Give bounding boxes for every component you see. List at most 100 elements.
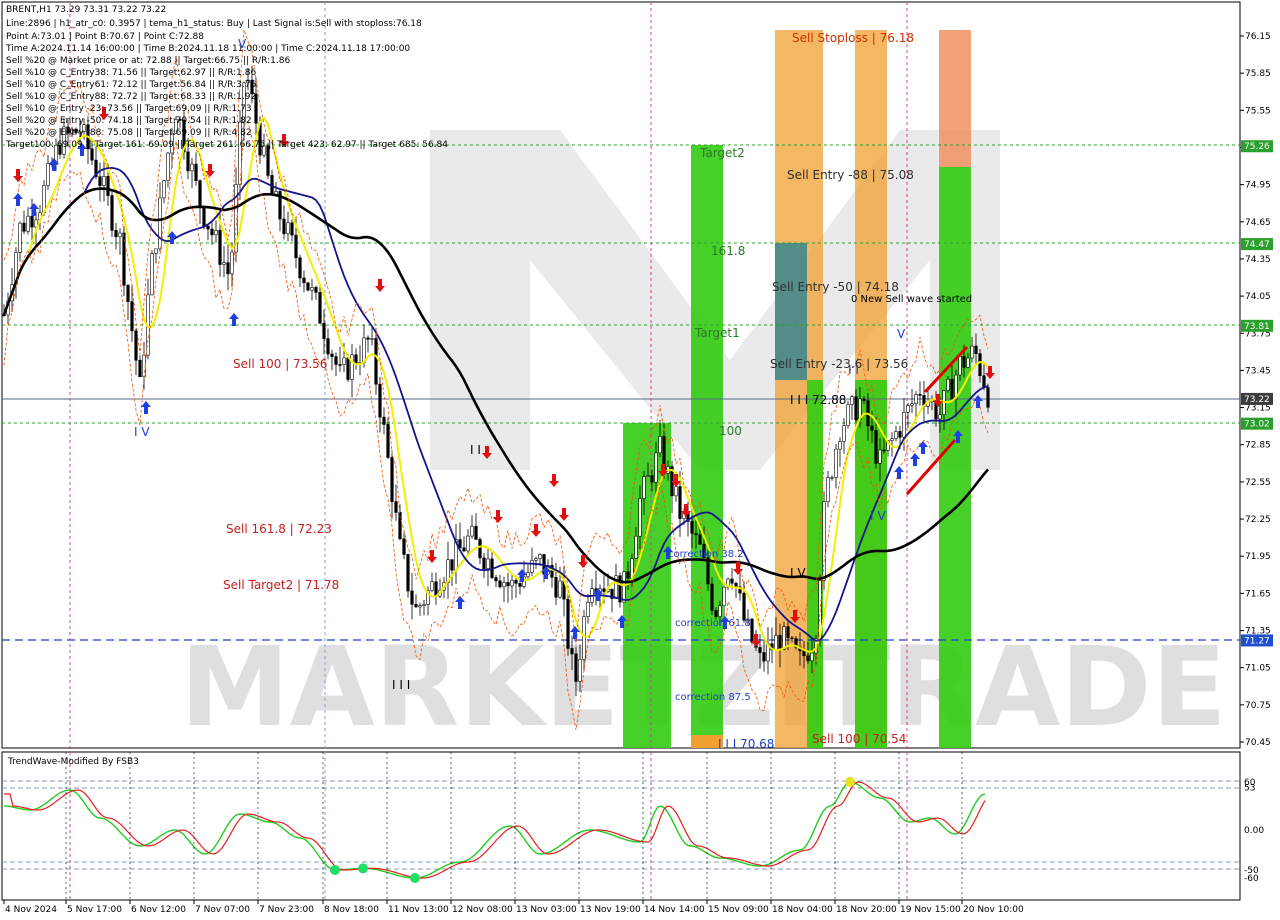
wave-iv-mid-label: I V	[790, 566, 806, 580]
candle-body	[642, 476, 646, 499]
wave-v-top-label: V	[238, 37, 247, 51]
candle-body	[530, 560, 534, 573]
price-tick-label: 74.65	[1245, 218, 1271, 228]
candle-body	[130, 301, 134, 332]
price-tag-label: 74.47	[1244, 240, 1270, 250]
price-tick-label: 70.75	[1245, 701, 1271, 711]
sell-target2-label: Sell Target2 | 71.78	[223, 578, 339, 592]
candle-body	[198, 180, 202, 208]
candle-body	[774, 635, 778, 651]
green-zone-5	[939, 167, 971, 748]
fib-1618-label: 161.8	[711, 244, 745, 258]
candle-body	[918, 394, 922, 396]
candle-body	[326, 338, 330, 355]
candle-body	[742, 592, 746, 621]
candle-body	[714, 610, 718, 617]
candle-body	[882, 449, 886, 452]
candle-body	[482, 557, 486, 569]
candle-body	[18, 222, 22, 253]
price-tick-label: 70.45	[1245, 738, 1271, 748]
osc-tick-label: -60	[1244, 874, 1259, 884]
price-tick-label: 74.05	[1245, 292, 1271, 302]
time-tick-label: 18 Nov 04:00	[772, 905, 833, 915]
candle-body	[158, 197, 162, 250]
candle-body	[946, 378, 950, 391]
candle-body	[486, 558, 490, 569]
time-tick-label: 12 Nov 08:00	[452, 905, 513, 915]
candle-body	[190, 163, 194, 172]
wave-iii-small-label: I I I	[392, 678, 410, 692]
candle-body	[506, 582, 510, 587]
time-tick-label: 13 Nov 03:00	[516, 905, 577, 915]
candle-body	[958, 355, 962, 376]
candle-body	[910, 403, 914, 406]
candle-body	[602, 588, 606, 592]
candle-body	[578, 659, 582, 682]
candle-body	[750, 618, 754, 643]
price-tick-label: 75.55	[1245, 106, 1271, 116]
header-line-4: Sell %20 @ Market price or at: 72.88 || …	[6, 56, 290, 66]
candle-body	[806, 655, 810, 662]
wave-iv-left-label: I V	[134, 425, 150, 439]
price-tag-label: 75.26	[1244, 142, 1270, 152]
green-zone-2	[691, 145, 723, 748]
candle-body	[286, 222, 290, 235]
sell1618-label: Sell 161.8 | 72.23	[226, 522, 332, 536]
time-tick-label: 11 Nov 13:00	[388, 905, 449, 915]
candle-body	[466, 535, 470, 552]
candle-body	[118, 232, 122, 238]
candle-body	[574, 653, 578, 682]
candle-body	[902, 411, 906, 438]
candle-body	[674, 486, 678, 497]
wave-iii-top-label: I I I 72.88	[790, 393, 846, 407]
candle-body	[846, 404, 850, 426]
candle-body	[826, 477, 830, 502]
candle-body	[294, 234, 298, 259]
candle-body	[218, 229, 222, 265]
candle-body	[518, 583, 522, 587]
time-tick-label: 6 Nov 12:00	[131, 905, 186, 915]
candle-body	[966, 357, 970, 368]
candle-body	[494, 577, 498, 582]
candle-body	[634, 535, 638, 559]
chart-canvas: MARKETZITRADE BRENT,H1	[1, 1, 1273, 915]
candle-body	[162, 180, 166, 199]
price-tick-label: 71.95	[1245, 552, 1271, 562]
price-tick-label: 74.35	[1245, 255, 1271, 265]
candle-body	[722, 586, 726, 607]
candle-body	[786, 626, 790, 639]
candle-body	[502, 582, 506, 588]
candle-body	[106, 176, 110, 196]
candle-body	[382, 416, 386, 425]
candle-body	[390, 457, 394, 502]
candle-body	[194, 163, 198, 181]
candle-body	[394, 501, 398, 513]
candle-body	[538, 554, 542, 559]
wave-i-label: I I	[470, 443, 481, 457]
time-tick-label: 19 Nov 15:00	[900, 905, 961, 915]
candle-body	[418, 605, 422, 608]
candle-body	[914, 394, 918, 405]
target2-label: Target2	[699, 146, 745, 160]
candle-body	[346, 357, 350, 380]
candle-body	[830, 477, 834, 479]
candle-body	[694, 532, 698, 536]
candle-body	[210, 228, 214, 236]
price-tick-label: 71.05	[1245, 664, 1271, 674]
candle-body	[422, 604, 426, 606]
header-line-5: Sell %10 @ C_Entry38: 71.56 || Target:62…	[6, 68, 256, 78]
candle-body	[206, 225, 210, 230]
header-line-11: Target100: 69.09 || Target 161: 69.09 ||…	[5, 140, 448, 150]
candle-body	[222, 262, 226, 265]
candle-body	[102, 176, 106, 186]
candle-body	[854, 396, 858, 420]
candle-body	[970, 345, 974, 359]
candle-body	[402, 538, 406, 555]
candle-body	[214, 229, 218, 236]
time-tick-label: 14 Nov 14:00	[644, 905, 705, 915]
candle-body	[962, 355, 966, 368]
candle-body	[638, 498, 642, 537]
header-line-7: Sell %10 @ C_Entry88: 72.72 || Target:68…	[6, 92, 256, 102]
candle-body	[282, 218, 286, 235]
candle-body	[138, 359, 142, 378]
